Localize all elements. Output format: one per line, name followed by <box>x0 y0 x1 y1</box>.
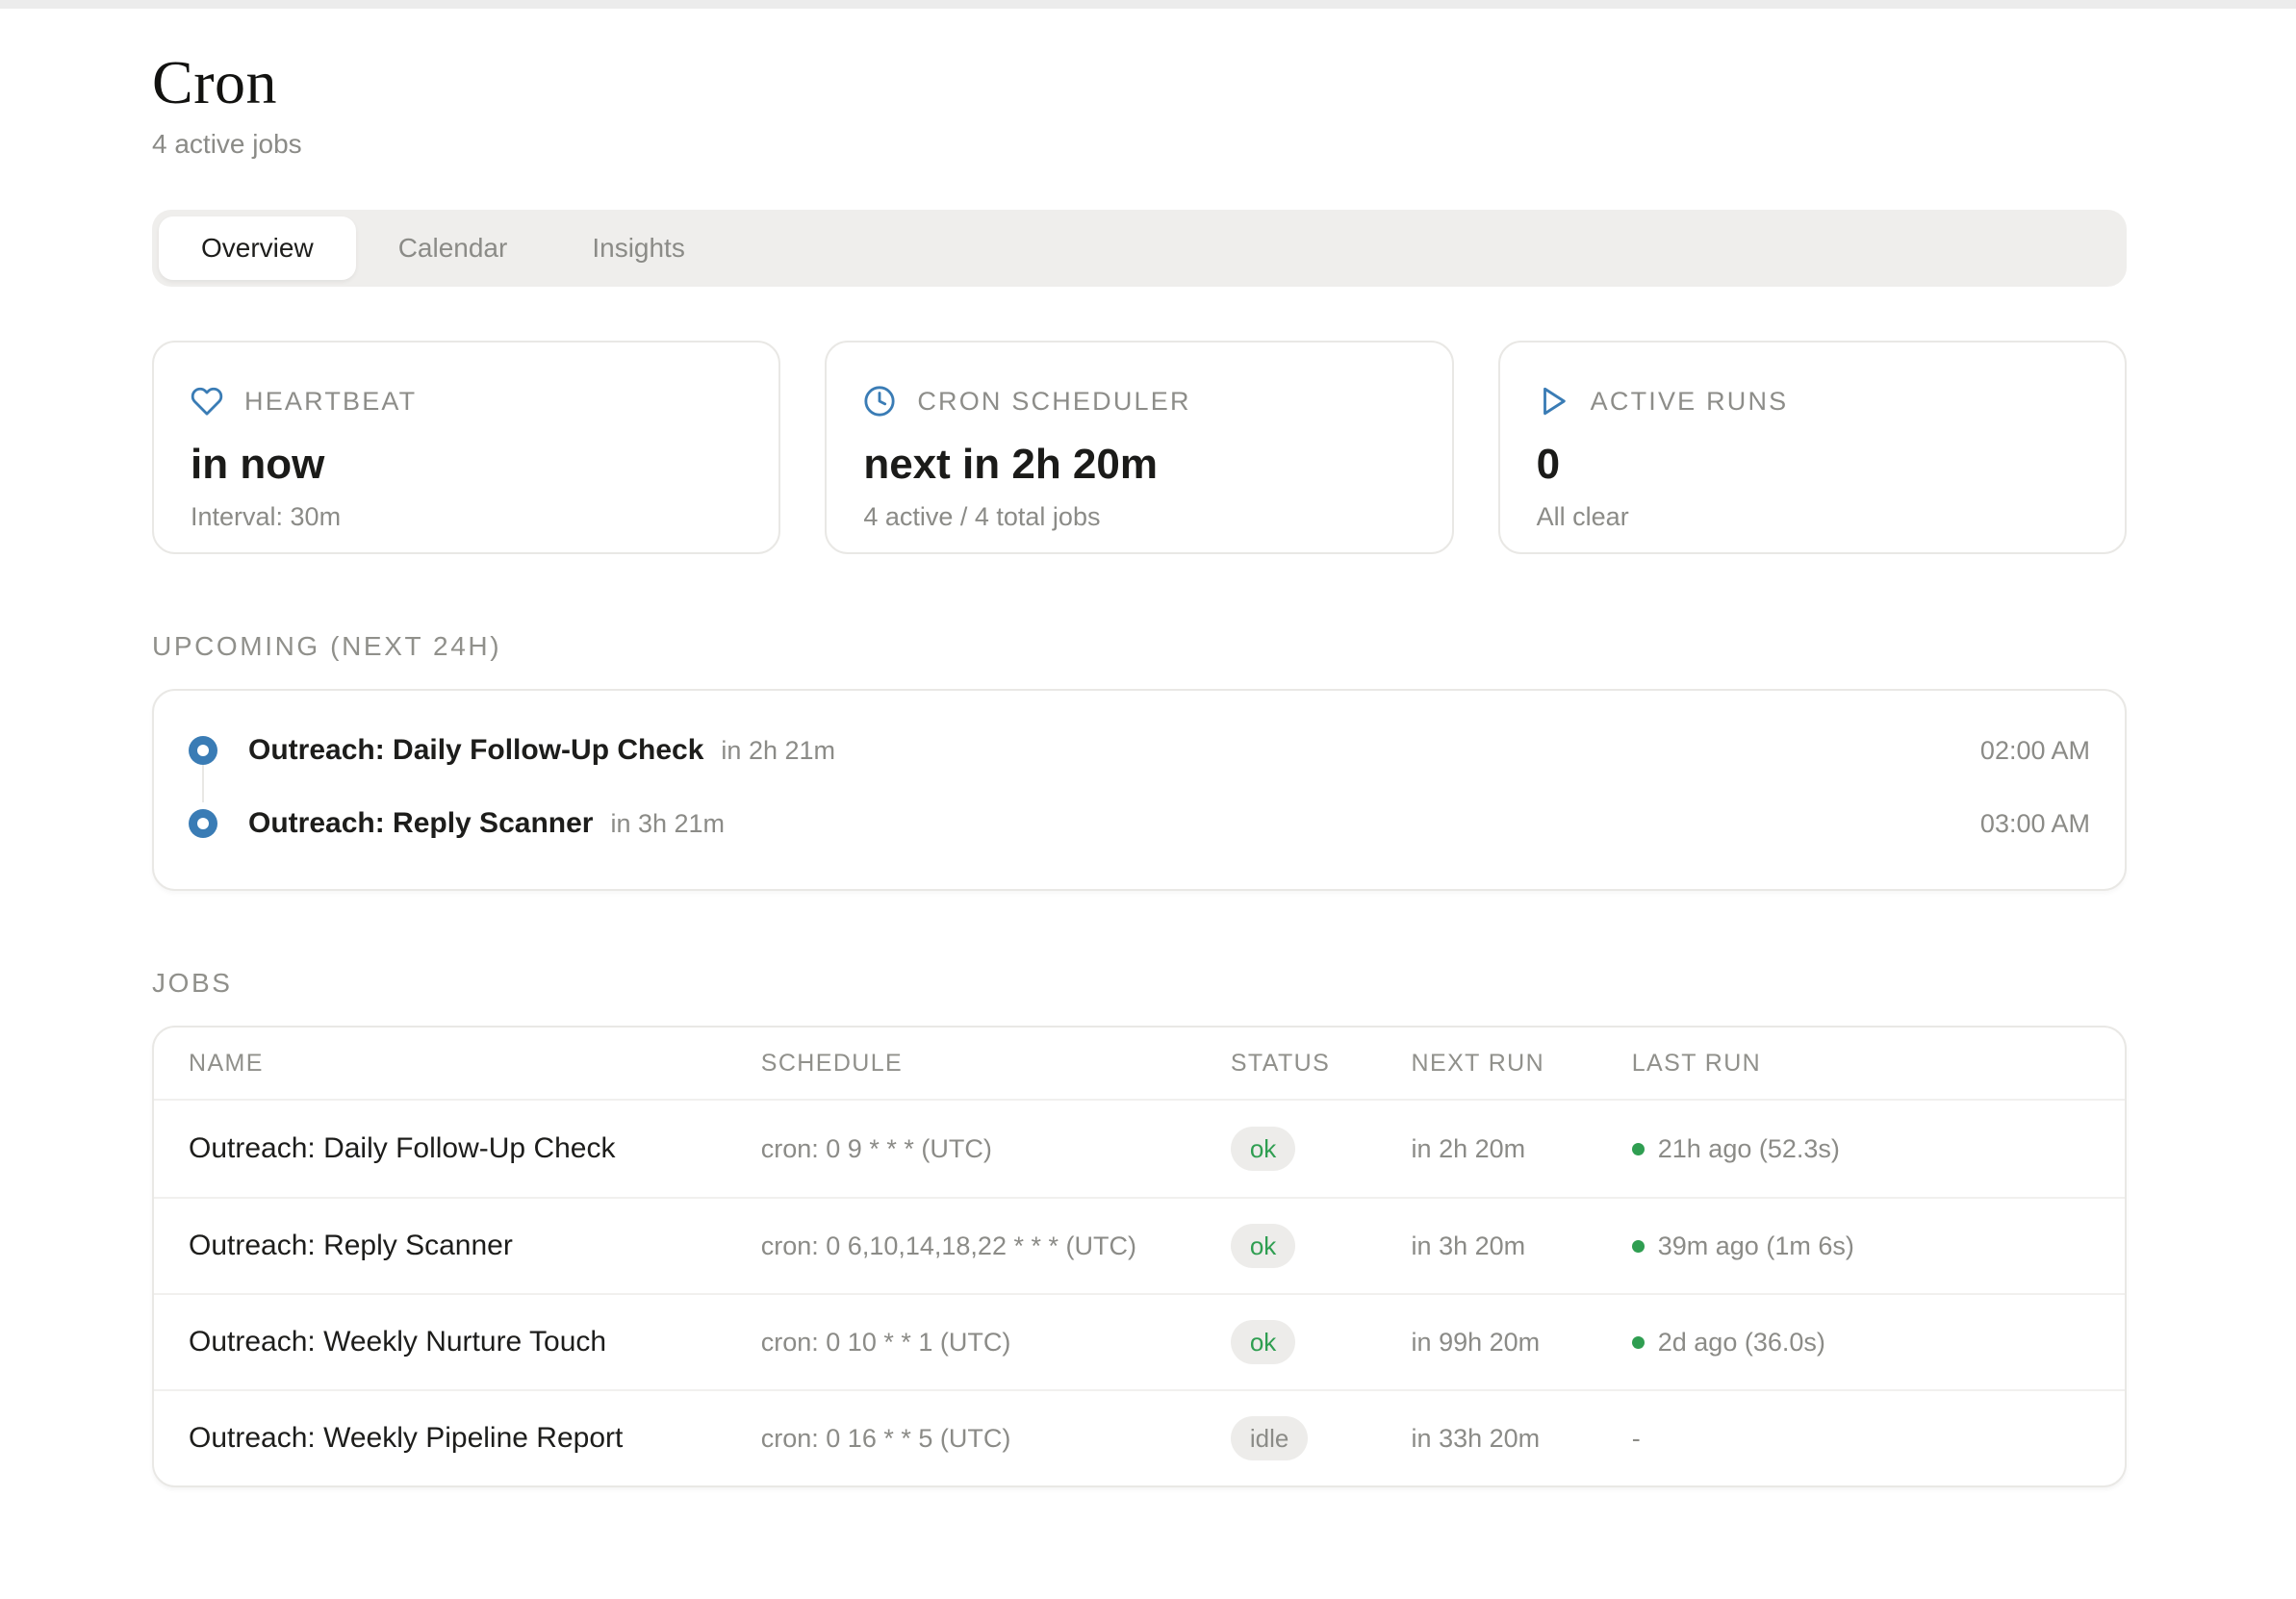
cron-dashboard: Cron 4 active jobs Overview Calendar Ins… <box>0 9 2296 1487</box>
status-badge: ok <box>1231 1224 1295 1268</box>
column-header-last-run: LAST RUN <box>1632 1050 2090 1078</box>
play-icon <box>1537 385 1569 418</box>
status-badge: ok <box>1231 1127 1295 1171</box>
tab-bar: Overview Calendar Insights <box>152 210 2127 287</box>
active-runs-value: 0 <box>1537 441 2088 489</box>
success-dot-icon <box>1632 1143 1645 1155</box>
upcoming-job-name: Outreach: Daily Follow-Up Check <box>248 734 703 767</box>
job-next-run: in 33h 20m <box>1412 1424 1632 1454</box>
job-name: Outreach: Daily Follow-Up Check <box>189 1132 761 1165</box>
cron-scheduler-card: CRON SCHEDULER next in 2h 20m 4 active /… <box>825 341 1453 554</box>
upcoming-clock-time: 02:00 AM <box>1980 736 2090 766</box>
tab-insights-label: Insights <box>592 233 685 264</box>
upcoming-relative-time: in 2h 21m <box>721 736 835 766</box>
job-last-run: 21h ago (52.3s) <box>1658 1134 1840 1164</box>
jobs-table-header: NAME SCHEDULE STATUS NEXT RUN LAST RUN <box>154 1028 2125 1101</box>
job-last-run: 2d ago (36.0s) <box>1658 1328 1825 1358</box>
upcoming-list: Outreach: Daily Follow-Up Check in 2h 21… <box>152 689 2127 891</box>
tab-calendar-label: Calendar <box>398 233 508 264</box>
active-runs-label: ACTIVE RUNS <box>1591 387 1789 417</box>
table-row[interactable]: Outreach: Reply Scanner cron: 0 6,10,14,… <box>154 1197 2125 1293</box>
page-title: Cron <box>152 49 2127 115</box>
stat-cards: HEARTBEAT in now Interval: 30m CRON SCHE… <box>152 341 2127 554</box>
table-row[interactable]: Outreach: Daily Follow-Up Check cron: 0 … <box>154 1101 2125 1197</box>
heartbeat-value: in now <box>191 441 742 489</box>
table-row[interactable]: Outreach: Weekly Nurture Touch cron: 0 1… <box>154 1293 2125 1389</box>
schedule-dot-icon <box>189 809 217 838</box>
job-name: Outreach: Weekly Pipeline Report <box>189 1422 761 1455</box>
active-runs-card: ACTIVE RUNS 0 All clear <box>1498 341 2127 554</box>
column-header-name: NAME <box>189 1050 761 1078</box>
table-row[interactable]: Outreach: Weekly Pipeline Report cron: 0… <box>154 1389 2125 1485</box>
job-name: Outreach: Reply Scanner <box>189 1230 761 1262</box>
tab-calendar[interactable]: Calendar <box>356 216 550 280</box>
job-schedule: cron: 0 9 * * * (UTC) <box>761 1134 1231 1164</box>
job-next-run: in 3h 20m <box>1412 1231 1632 1261</box>
cron-scheduler-label: CRON SCHEDULER <box>917 387 1190 417</box>
cron-scheduler-sub: 4 active / 4 total jobs <box>863 502 1415 532</box>
upcoming-heading: UPCOMING (NEXT 24H) <box>152 631 2127 662</box>
heartbeat-card: HEARTBEAT in now Interval: 30m <box>152 341 780 554</box>
success-dot-icon <box>1632 1240 1645 1253</box>
active-jobs-count: 4 active jobs <box>152 129 2127 160</box>
clock-icon <box>863 385 896 418</box>
job-schedule: cron: 0 16 * * 5 (UTC) <box>761 1424 1231 1454</box>
job-next-run: in 2h 20m <box>1412 1134 1632 1164</box>
cron-scheduler-value: next in 2h 20m <box>863 441 1415 489</box>
status-badge: ok <box>1231 1320 1295 1364</box>
jobs-heading: JOBS <box>152 968 2127 999</box>
job-schedule: cron: 0 6,10,14,18,22 * * * (UTC) <box>761 1231 1231 1261</box>
heart-icon <box>191 385 223 418</box>
upcoming-relative-time: in 3h 21m <box>610 809 725 839</box>
column-header-next-run: NEXT RUN <box>1412 1050 1632 1078</box>
jobs-table: NAME SCHEDULE STATUS NEXT RUN LAST RUN O… <box>152 1026 2127 1487</box>
tab-insights[interactable]: Insights <box>549 216 727 280</box>
schedule-dot-icon <box>189 736 217 765</box>
heartbeat-label: HEARTBEAT <box>244 387 417 417</box>
job-next-run: in 99h 20m <box>1412 1328 1632 1358</box>
job-name: Outreach: Weekly Nurture Touch <box>189 1326 761 1358</box>
upcoming-item[interactable]: Outreach: Reply Scanner in 3h 21m 03:00 … <box>189 787 2090 860</box>
window-top-edge <box>0 0 2296 9</box>
job-schedule: cron: 0 10 * * 1 (UTC) <box>761 1328 1231 1358</box>
success-dot-icon <box>1632 1336 1645 1349</box>
upcoming-clock-time: 03:00 AM <box>1980 809 2090 839</box>
upcoming-job-name: Outreach: Reply Scanner <box>248 807 593 840</box>
tab-overview-label: Overview <box>201 233 314 264</box>
heartbeat-interval: Interval: 30m <box>191 502 742 532</box>
job-last-run: 39m ago (1m 6s) <box>1658 1231 1854 1261</box>
tab-overview[interactable]: Overview <box>159 216 356 280</box>
column-header-status: STATUS <box>1231 1050 1412 1078</box>
job-last-run: - <box>1632 1424 1641 1454</box>
active-runs-sub: All clear <box>1537 502 2088 532</box>
upcoming-item[interactable]: Outreach: Daily Follow-Up Check in 2h 21… <box>189 714 2090 787</box>
column-header-schedule: SCHEDULE <box>761 1050 1231 1078</box>
status-badge: idle <box>1231 1416 1308 1460</box>
